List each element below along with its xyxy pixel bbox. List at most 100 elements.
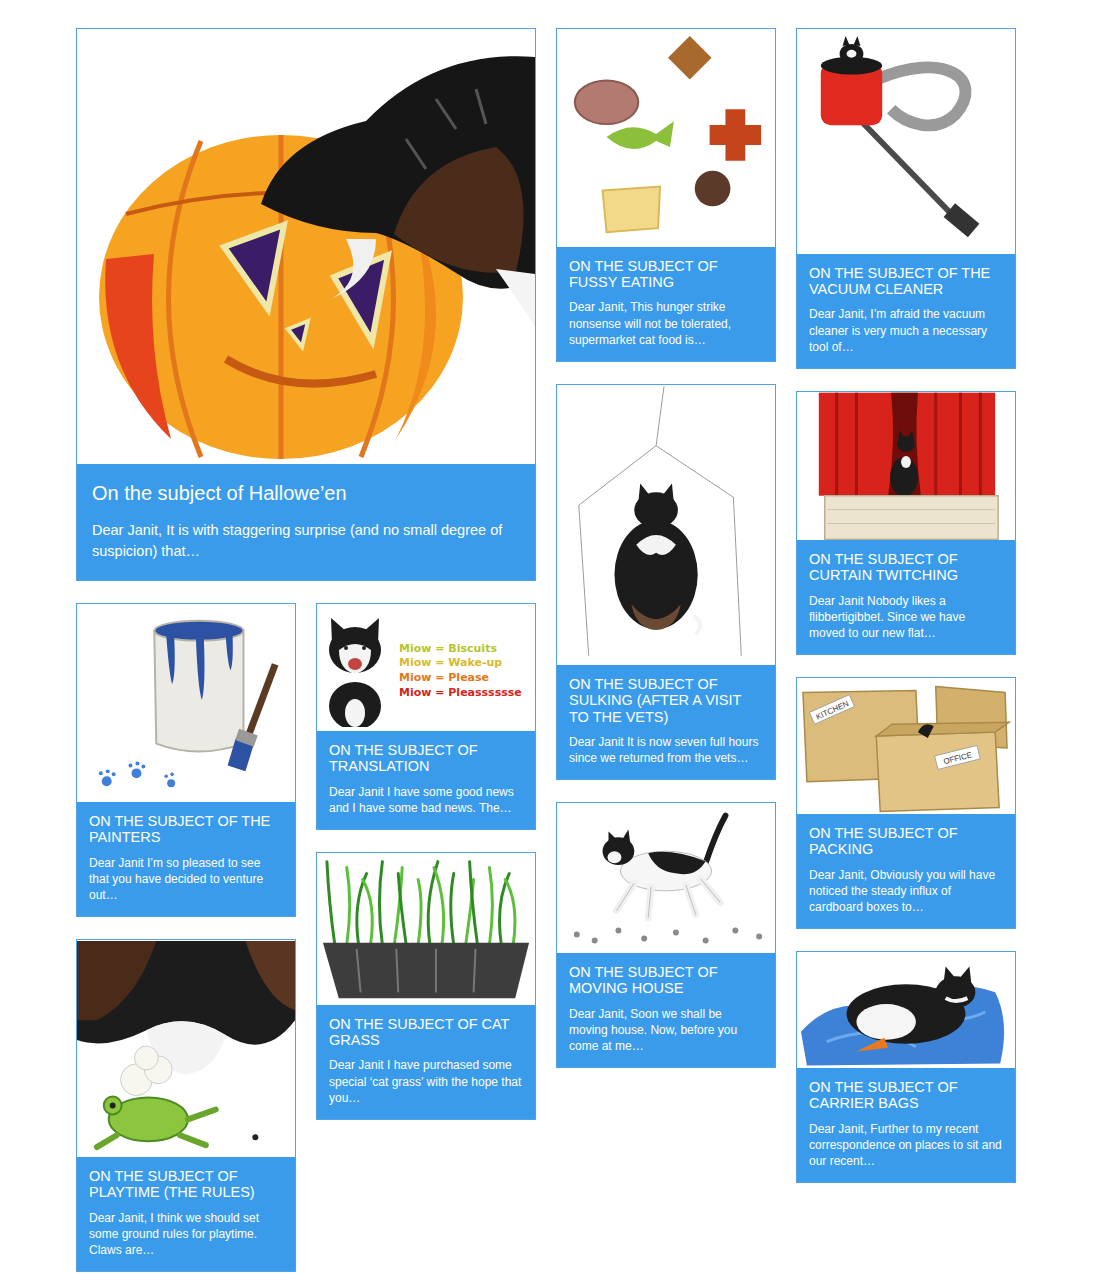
card-title[interactable]: ON THE SUBJECT OF SULKING (AFTER A VISIT… <box>569 676 763 725</box>
card-column: ON THE SUBJECT OF THE VACUUM CLEANER Dear… <box>796 28 1016 1183</box>
card-image: Miow = BiscuitsMiow = Wake-upMiow = Plea… <box>317 604 535 731</box>
card-title[interactable]: ON THE SUBJECT OF PACKING <box>809 825 1003 857</box>
box-label: KITCHEN <box>809 695 854 725</box>
card-caption: ON THE SUBJECT OF CAT GRASS Dear Janit I … <box>317 1005 535 1119</box>
card-excerpt: Dear Janit I’m so pleased to see that yo… <box>89 855 283 904</box>
grass-tray <box>323 943 529 998</box>
carrier-bag-cat-illustration <box>797 952 1015 1068</box>
card-excerpt: Dear Janit It is now seven full hours si… <box>569 734 763 766</box>
svg-text:KITCHEN: KITCHEN <box>815 699 851 721</box>
card-title[interactable]: ON THE SUBJECT OF CURTAIN TWITCHING <box>809 551 1003 583</box>
card-image <box>77 604 295 802</box>
article-card[interactable]: ON THE SUBJECT OF CARRIER BAGS Dear Janit… <box>796 951 1016 1183</box>
card-image <box>797 392 1015 540</box>
card-caption: ON THE SUBJECT OF MOVING HOUSE Dear Janit… <box>557 953 775 1067</box>
card-image: KITCHEN OFFICE <box>797 678 1015 814</box>
card-image <box>797 952 1015 1068</box>
article-card[interactable]: ON THE SUBJECT OF PLAYTIME (THE RULES) De… <box>76 939 296 1272</box>
card-excerpt: Dear Janit, I think we should set some g… <box>89 1210 283 1259</box>
frog-toy <box>97 1097 259 1148</box>
walking-cat-illustration <box>557 803 775 953</box>
biscuit-cross <box>710 109 762 161</box>
article-card[interactable]: On the subject of Hallowe’en Dear Janit, … <box>76 28 536 581</box>
pumpkin-cat-illustration <box>77 29 535 464</box>
card-caption: ON THE SUBJECT OF THE VACUUM CLEANER Dear… <box>797 254 1015 368</box>
carrot-toy <box>856 1038 888 1052</box>
translation-illustration: Miow = BiscuitsMiow = Wake-upMiow = Plea… <box>317 604 535 731</box>
card-title[interactable]: ON THE SUBJECT OF MOVING HOUSE <box>569 964 763 996</box>
cat-grass-illustration <box>317 853 535 1005</box>
miow-line: Miow = Please <box>399 671 522 685</box>
article-card[interactable]: ON THE SUBJECT OF MOVING HOUSE Dear Janit… <box>556 802 776 1068</box>
card-image <box>557 29 775 247</box>
card-title[interactable]: ON THE SUBJECT OF FUSSY EATING <box>569 258 763 290</box>
cat-slot <box>319 608 395 727</box>
vacuum-cleaner-illustration <box>797 29 1015 254</box>
paint-tin-illustration <box>77 604 295 802</box>
article-card[interactable]: ON THE SUBJECT OF THE VACUUM CLEANER Dear… <box>796 28 1016 369</box>
grass-blades <box>327 861 515 944</box>
paw-prints <box>99 761 175 787</box>
cat-figure <box>603 816 726 918</box>
card-title[interactable]: ON THE SUBJECT OF THE VACUUM CLEANER <box>809 265 1003 297</box>
card-caption: ON THE SUBJECT OF PACKINGDear Janit, Obv… <box>797 814 1015 928</box>
miow-line: Miow = Pleasssssse <box>399 686 522 700</box>
card-excerpt: Dear Janit, I’m afraid the vacuum cleane… <box>809 306 1003 355</box>
article-card[interactable]: KITCHEN OFFICE ON THE SUBJECT OF PACKINGDe… <box>796 677 1016 929</box>
card-caption: ON THE SUBJECT OF THE PAINTERS Dear Janit… <box>77 802 295 916</box>
card-title[interactable]: ON THE SUBJECT OF PLAYTIME (THE RULES) <box>89 1168 283 1200</box>
card-image <box>557 385 775 665</box>
cat-figure <box>840 36 864 64</box>
card-caption: ON THE SUBJECT OF CURTAIN TWITCHING Dear … <box>797 540 1015 654</box>
article-card[interactable]: ON THE SUBJECT OF SULKING (AFTER A VISIT… <box>556 384 776 780</box>
biscuit-round <box>695 171 731 207</box>
paw-prints <box>574 928 762 944</box>
card-grid: On the subject of Hallowe’en Dear Janit, … <box>0 0 1098 1273</box>
cat-food-illustration <box>557 29 775 247</box>
playtime-illustration <box>77 940 295 1157</box>
card-excerpt: Dear Janit I have purchased some special… <box>329 1057 523 1106</box>
miow-line: Miow = Wake-up <box>399 656 522 670</box>
article-card[interactable]: ON THE SUBJECT OF CURTAIN TWITCHING Dear … <box>796 391 1016 655</box>
article-card[interactable]: ON THE SUBJECT OF FUSSY EATING Dear Janit… <box>556 28 776 362</box>
card-excerpt: Dear Janit, It is with staggering surpri… <box>92 520 520 562</box>
sub-row: ON THE SUBJECT OF THE PAINTERS Dear Janit… <box>76 603 536 1272</box>
miow-line: Miow = Biscuits <box>399 642 522 656</box>
card-caption: ON THE SUBJECT OF FUSSY EATING Dear Janit… <box>557 247 775 361</box>
card-column: Miow = BiscuitsMiow = Wake-upMiow = Plea… <box>316 603 536 1120</box>
card-excerpt: Dear Janit, This hunger strike nonsense … <box>569 299 763 348</box>
cat-fur <box>261 56 535 329</box>
cardboard-boxes-illustration: KITCHEN OFFICE <box>797 678 1015 814</box>
card-title[interactable]: ON THE SUBJECT OF THE PAINTERS <box>89 813 283 845</box>
card-column: ON THE SUBJECT OF THE PAINTERS Dear Janit… <box>76 603 296 1272</box>
card-image <box>77 940 295 1157</box>
wide-column: On the subject of Hallowe’en Dear Janit, … <box>76 28 536 1272</box>
card-image <box>797 29 1015 254</box>
cat-figure <box>847 966 976 1043</box>
miow-list: Miow = BiscuitsMiow = Wake-upMiow = Plea… <box>399 636 522 700</box>
card-excerpt: Dear Janit, Further to my recent corresp… <box>809 1121 1003 1170</box>
box-label: OFFICE <box>935 745 981 769</box>
card-caption: ON THE SUBJECT OF CARRIER BAGS Dear Janit… <box>797 1068 1015 1182</box>
sulking-cat-illustration <box>557 385 775 665</box>
article-card[interactable]: Miow = BiscuitsMiow = Wake-upMiow = Plea… <box>316 603 536 830</box>
cauliflower <box>121 1046 173 1096</box>
cat-figure <box>890 430 918 496</box>
card-image <box>557 803 775 953</box>
meowing-cat-illustration <box>319 608 395 727</box>
card-caption: ON THE SUBJECT OF PLAYTIME (THE RULES) De… <box>77 1157 295 1271</box>
card-column: ON THE SUBJECT OF FUSSY EATING Dear Janit… <box>556 28 776 1068</box>
card-title[interactable]: On the subject of Hallowe’en <box>92 480 520 506</box>
biscuit-fish <box>607 121 674 149</box>
card-caption: ON THE SUBJECT OF TRANSLATION Dear Janit … <box>317 731 535 829</box>
card-title[interactable]: ON THE SUBJECT OF CARRIER BAGS <box>809 1079 1003 1111</box>
card-excerpt: Dear Janit, Soon we shall be moving hous… <box>569 1006 763 1055</box>
card-caption: On the subject of Hallowe’en Dear Janit, … <box>77 464 535 580</box>
biscuit-diamond <box>668 36 712 80</box>
card-title[interactable]: ON THE SUBJECT OF TRANSLATION <box>329 742 523 774</box>
article-card[interactable]: ON THE SUBJECT OF THE PAINTERS Dear Janit… <box>76 603 296 917</box>
card-excerpt: Dear Janit I have some good news and I h… <box>329 784 523 816</box>
card-excerpt: Dear Janit Nobody likes a flibbertigibbe… <box>809 593 1003 642</box>
article-card[interactable]: ON THE SUBJECT OF CAT GRASS Dear Janit I … <box>316 852 536 1120</box>
card-title[interactable]: ON THE SUBJECT OF CAT GRASS <box>329 1016 523 1048</box>
